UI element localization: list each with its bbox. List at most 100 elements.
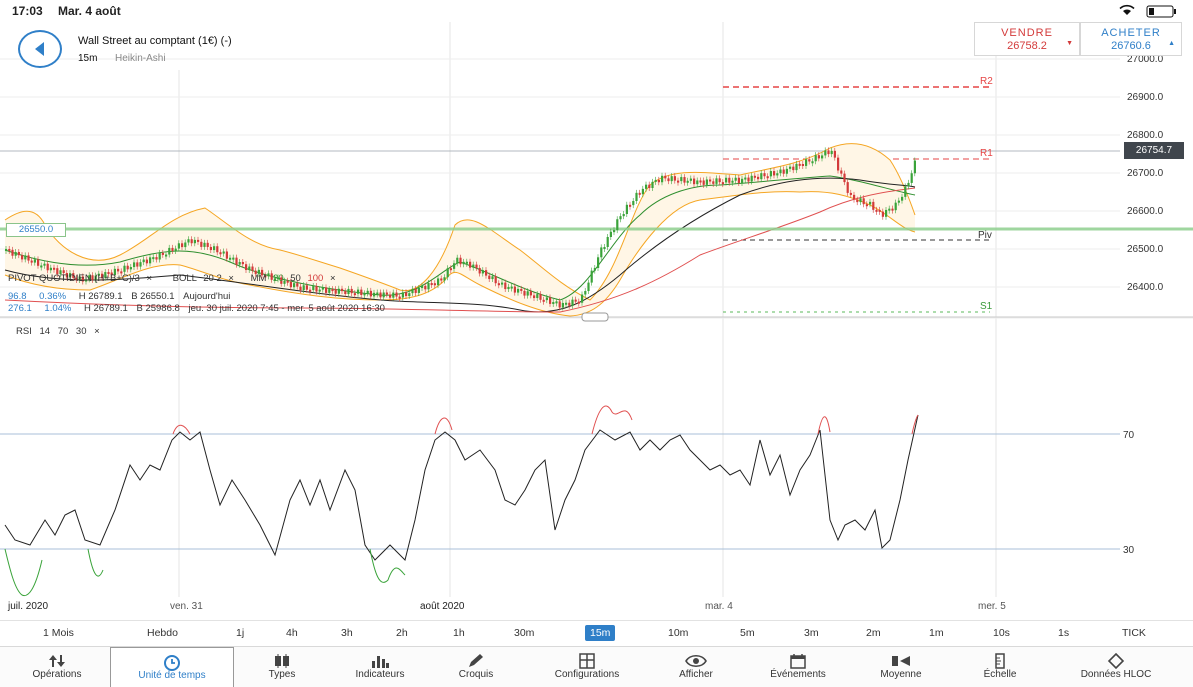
pivot-low: B 25986.8 xyxy=(136,303,180,314)
candle xyxy=(878,209,881,212)
candle xyxy=(731,180,734,183)
rsi-legend[interactable]: RSI 14 70 30 × xyxy=(16,326,100,337)
sell-label: VENDRE xyxy=(1001,27,1053,39)
candle xyxy=(305,285,308,290)
candle xyxy=(897,200,900,203)
toolbar-label: Unité de temps xyxy=(138,670,206,681)
rsi-param: 14 xyxy=(39,326,51,337)
candle xyxy=(558,301,561,308)
scroll-handle[interactable] xyxy=(581,312,609,322)
candle xyxy=(421,285,424,289)
candle xyxy=(901,196,904,201)
candle xyxy=(603,247,606,250)
timeframe-tick[interactable]: TICK xyxy=(1117,625,1151,641)
candle xyxy=(833,150,836,158)
candle xyxy=(366,290,369,294)
eye-icon xyxy=(685,654,707,668)
candle xyxy=(894,202,897,211)
back-button[interactable] xyxy=(18,30,62,68)
timeframe-10s[interactable]: 10s xyxy=(988,625,1015,641)
mm-label: MM xyxy=(250,273,267,284)
candle xyxy=(344,291,347,294)
timeframe-3m[interactable]: 3m xyxy=(799,625,824,641)
candle xyxy=(593,267,596,271)
candle xyxy=(312,286,315,291)
rsi-label: RSI xyxy=(16,326,32,337)
candle xyxy=(728,177,731,183)
close-icon[interactable]: × xyxy=(146,273,152,284)
candle xyxy=(325,287,328,293)
dropdown-arrow-icon: ▼ xyxy=(1066,40,1073,47)
sketch-button[interactable]: Croquis xyxy=(440,647,512,687)
candles-icon xyxy=(275,654,289,668)
candle xyxy=(853,194,856,200)
timeframe-hebdo[interactable]: Hebdo xyxy=(142,625,183,641)
timeframe-1m[interactable]: 1m xyxy=(924,625,949,641)
events-button[interactable]: Événements xyxy=(756,647,840,687)
sell-button[interactable]: VENDRE 26758.2 ▼ xyxy=(974,22,1080,56)
timeframe-1s[interactable]: 1s xyxy=(1053,625,1074,641)
candle xyxy=(574,299,577,302)
timeframe-10m[interactable]: 10m xyxy=(663,625,693,641)
candle xyxy=(485,270,488,276)
scale-button[interactable]: Échelle xyxy=(970,647,1030,687)
candle xyxy=(392,292,395,298)
timeframe-3h[interactable]: 3h xyxy=(336,625,358,641)
candle xyxy=(360,289,363,295)
indicator-legend[interactable]: PIVOT QUOTIDIEN (H+B+C)/3 × BOLL 20 2 × … xyxy=(8,273,336,284)
display-button[interactable]: Afficher xyxy=(664,647,728,687)
candle xyxy=(456,257,459,264)
candle xyxy=(542,299,545,302)
pivot-value: 96.8 xyxy=(8,291,27,302)
candle xyxy=(133,262,136,268)
timeframe-1j[interactable]: 1j xyxy=(231,625,249,641)
support-price-label: 26550.0 xyxy=(6,223,66,237)
candle xyxy=(904,186,907,197)
candle xyxy=(315,286,318,292)
candle xyxy=(21,255,24,260)
instrument-name[interactable]: Wall Street au comptant (1€) (-) xyxy=(78,35,232,47)
hloc-data-button[interactable]: Données HLOC xyxy=(1068,647,1164,687)
candle xyxy=(142,259,145,263)
candle xyxy=(686,180,689,183)
timeframe-4h[interactable]: 4h xyxy=(281,625,303,641)
price-tick: 26700.0 xyxy=(1127,168,1164,179)
price-tick: 26600.0 xyxy=(1127,206,1164,217)
timeframe-2h[interactable]: 2h xyxy=(391,625,413,641)
pivot-percent: 0.36% xyxy=(39,291,67,302)
candle xyxy=(782,169,785,174)
candle xyxy=(398,296,401,299)
candle xyxy=(584,291,587,295)
configurations-button[interactable]: Configurations xyxy=(540,647,634,687)
timeframe-1h[interactable]: 1h xyxy=(448,625,470,641)
time-unit-button[interactable]: Unité de temps xyxy=(110,647,234,687)
timeframe-2m[interactable]: 2m xyxy=(861,625,886,641)
candle xyxy=(373,292,376,297)
price-tick: 26900.0 xyxy=(1127,92,1164,103)
candle xyxy=(177,243,180,249)
buy-label: ACHETER xyxy=(1101,27,1161,39)
candle xyxy=(139,262,142,267)
close-icon[interactable]: × xyxy=(228,273,234,284)
timeframe-5m[interactable]: 5m xyxy=(735,625,760,641)
candle xyxy=(197,239,200,242)
candle xyxy=(248,266,251,271)
time-tick: juil. 2020 xyxy=(7,601,48,612)
candle xyxy=(206,242,209,247)
close-icon[interactable]: × xyxy=(94,326,100,337)
candle xyxy=(37,259,40,266)
close-icon[interactable]: × xyxy=(330,273,336,284)
operations-button[interactable]: Opérations xyxy=(4,647,110,687)
candle xyxy=(785,168,788,174)
types-button[interactable]: Types xyxy=(248,647,316,687)
buy-button[interactable]: ACHETER 26760.6 ▲ xyxy=(1080,22,1182,56)
timeframe-30m[interactable]: 30m xyxy=(509,625,539,641)
average-button[interactable]: Moyenne xyxy=(866,647,936,687)
timeframe-15m[interactable]: 15m xyxy=(585,625,616,641)
candle xyxy=(680,177,683,182)
indicators-button[interactable]: Indicateurs xyxy=(340,647,420,687)
timeframe-1-mois[interactable]: 1 Mois xyxy=(38,625,79,641)
candle xyxy=(187,239,190,243)
candle xyxy=(600,247,603,258)
price-axis: 27000.0 26900.0 26800.0 26700.0 26600.0 … xyxy=(1127,54,1164,293)
